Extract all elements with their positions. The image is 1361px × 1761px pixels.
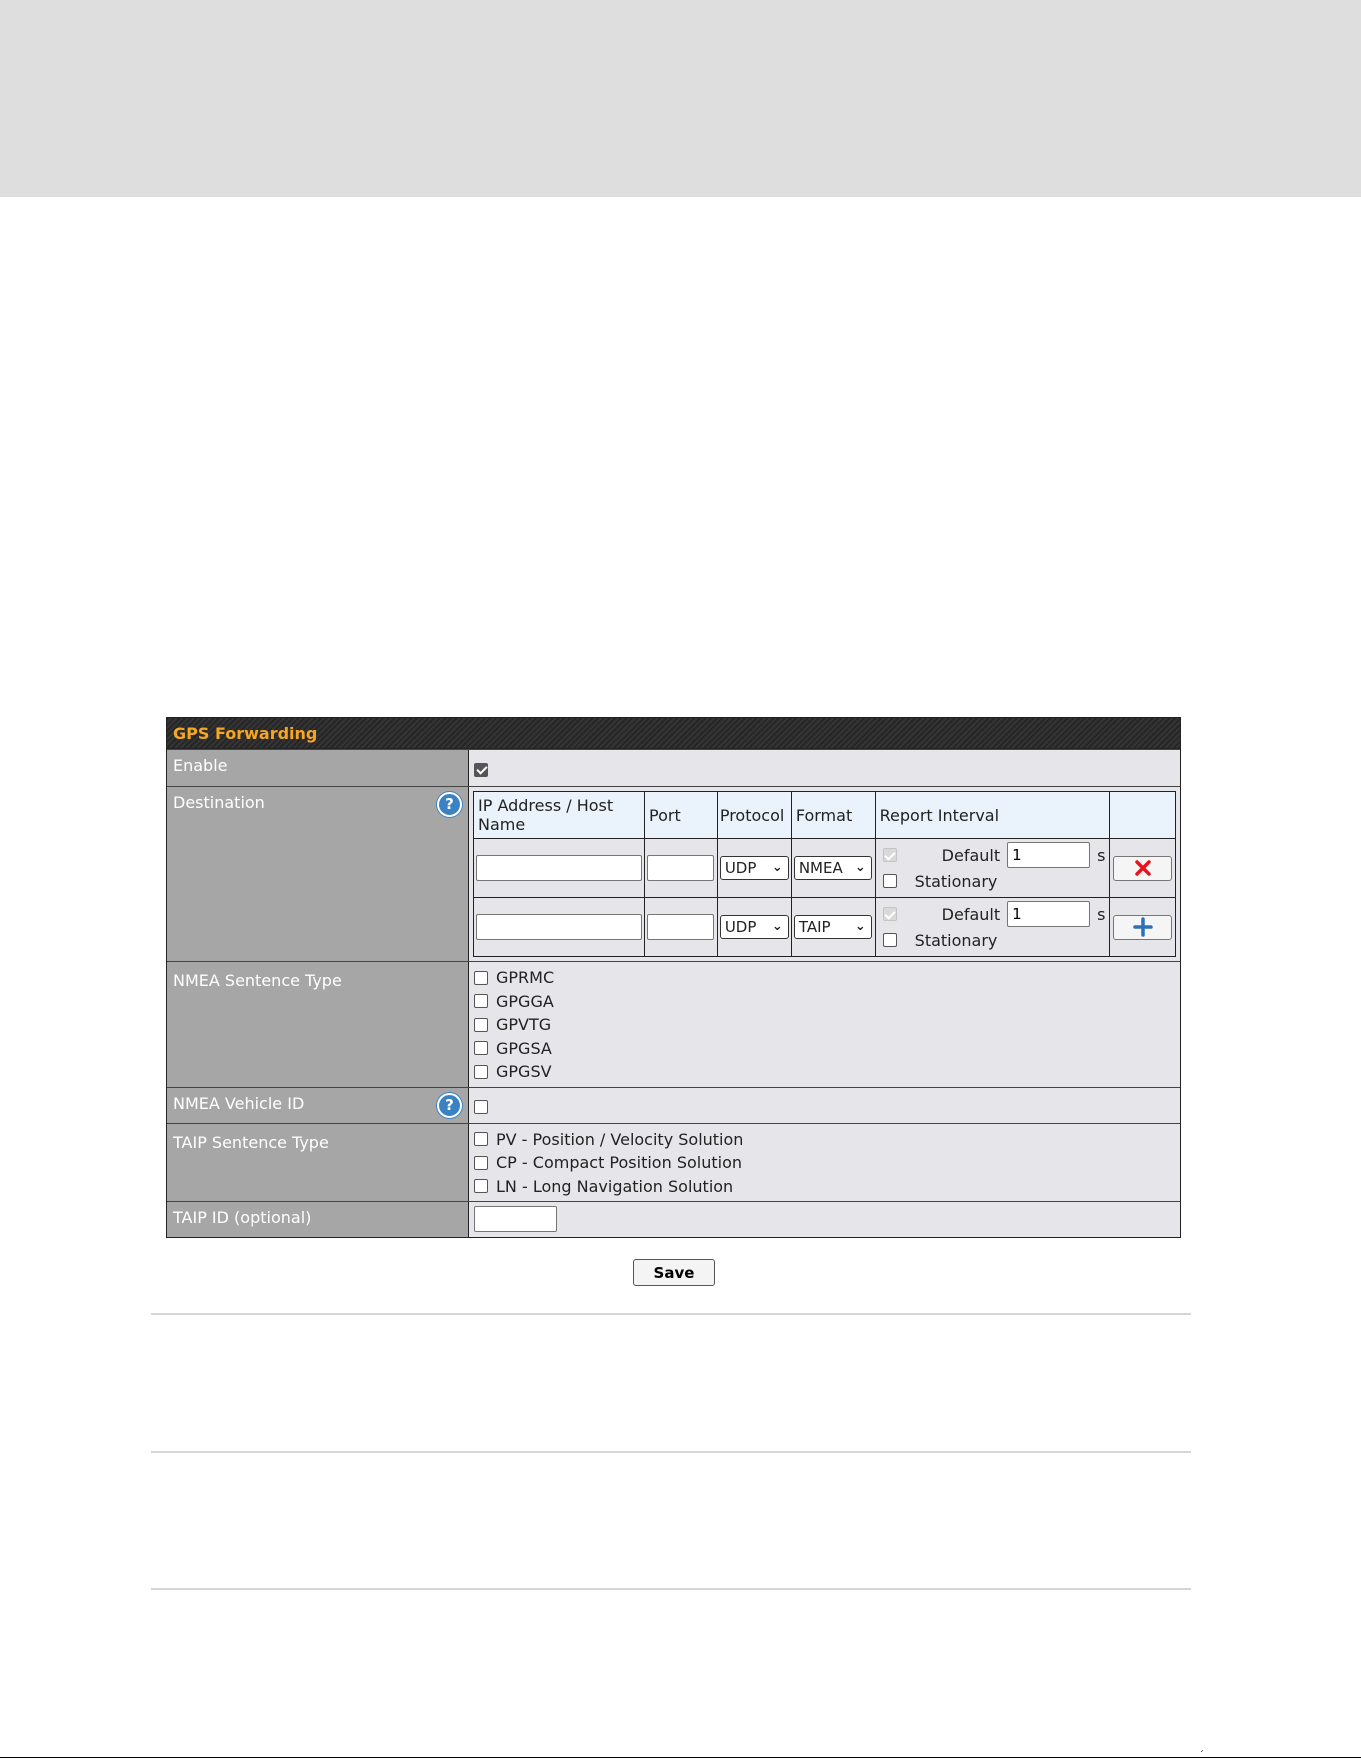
- taip-pv-checkbox[interactable]: [474, 1132, 488, 1147]
- table-row: UDP ⌄ NMEA ⌄ Default 1 s Stationary: [473, 838, 1176, 898]
- divider: [151, 1313, 1191, 1315]
- default-label: Default: [941, 845, 1001, 865]
- interval-unit: s: [1097, 845, 1106, 865]
- blue-plus-add-icon: [1132, 917, 1153, 937]
- destination-table-header: IP Address / Host Name Port Protocol For…: [473, 791, 1176, 839]
- protocol-select[interactable]: UDP ⌄: [719, 856, 789, 880]
- list-item: GPRMC: [474, 966, 1175, 990]
- divider: [151, 1451, 1191, 1453]
- default-checkbox: [882, 848, 897, 862]
- nmea-vehicle-id-row: NMEA Vehicle ID ?: [167, 1086, 1180, 1123]
- save-button[interactable]: Save: [633, 1259, 715, 1286]
- taip-id-row: TAIP ID (optional): [167, 1201, 1180, 1237]
- interval-input[interactable]: [1007, 901, 1091, 927]
- nmea-vehicle-id-checkbox[interactable]: [474, 1100, 488, 1114]
- bottom-rule: [0, 1757, 1361, 1758]
- nmea-vehicle-id-label: NMEA Vehicle ID: [173, 1093, 305, 1113]
- column-ip-address: IP Address / Host Name: [473, 791, 645, 839]
- chevron-down-icon: ⌄: [771, 919, 783, 934]
- enable-row: Enable: [167, 749, 1180, 786]
- default-checkbox: [882, 907, 897, 921]
- corner-mark: ´: [1199, 1750, 1204, 1761]
- enable-checkbox[interactable]: [474, 762, 488, 777]
- column-port: Port: [644, 791, 718, 839]
- interval-input[interactable]: [1007, 842, 1091, 868]
- taip-id-label: TAIP ID (optional): [167, 1202, 469, 1237]
- stationary-checkbox[interactable]: [882, 933, 897, 947]
- port-input[interactable]: [647, 914, 714, 940]
- taip-cp-checkbox[interactable]: [474, 1155, 488, 1170]
- table-row: UDP ⌄ TAIP ⌄ Default 1 s Stationary: [473, 897, 1176, 957]
- taip-sentence-type-label: TAIP Sentence Type: [167, 1123, 469, 1201]
- list-item: GPGGA: [474, 990, 1175, 1014]
- destination-label: Destination: [173, 793, 265, 812]
- list-item: GPGSV: [474, 1060, 1175, 1084]
- column-action: [1109, 791, 1176, 839]
- gpgga-checkbox[interactable]: [474, 994, 488, 1009]
- taip-ln-checkbox[interactable]: [474, 1179, 488, 1194]
- ip-address-input[interactable]: [476, 914, 642, 940]
- gprmc-checkbox[interactable]: [474, 970, 488, 985]
- report-interval-group: Default s Stationary: [878, 901, 1108, 953]
- gpgsv-checkbox[interactable]: [474, 1064, 488, 1079]
- list-item: LN - Long Navigation Solution: [474, 1175, 1175, 1199]
- nmea-sentence-type-row: NMEA Sentence Type GPRMC GPGGA GPVTG GPG…: [167, 961, 1180, 1087]
- question-circle-icon[interactable]: ?: [437, 792, 462, 817]
- nmea-sentence-type-label: NMEA Sentence Type: [167, 962, 469, 1087]
- column-report-interval: Report Interval: [874, 791, 1111, 839]
- chevron-down-icon: ⌄: [854, 860, 866, 875]
- gpgsa-checkbox[interactable]: [474, 1041, 488, 1056]
- red-x-delete-icon: [1134, 860, 1151, 876]
- add-destination-button[interactable]: [1113, 914, 1173, 940]
- list-item: CP - Compact Position Solution: [474, 1151, 1175, 1175]
- gpvtg-checkbox[interactable]: [474, 1017, 488, 1032]
- gps-forwarding-panel: GPS Forwarding Enable Destination ? IP A…: [166, 717, 1181, 1238]
- chevron-down-icon: ⌄: [771, 860, 783, 875]
- question-circle-icon[interactable]: ?: [437, 1092, 462, 1118]
- format-select[interactable]: TAIP ⌄: [793, 915, 872, 939]
- stationary-checkbox[interactable]: [882, 874, 897, 888]
- stationary-label: Stationary: [914, 871, 998, 891]
- destination-row: Destination ? IP Address / Host Name Por…: [167, 786, 1180, 961]
- list-item: PV - Position / Velocity Solution: [474, 1128, 1175, 1152]
- format-select[interactable]: NMEA ⌄: [793, 856, 872, 880]
- taip-sentence-type-row: TAIP Sentence Type PV - Position / Veloc…: [167, 1122, 1180, 1201]
- divider: [151, 1588, 1191, 1590]
- protocol-select[interactable]: UDP ⌄: [719, 915, 789, 939]
- taip-id-input[interactable]: [474, 1206, 557, 1232]
- chevron-down-icon: ⌄: [854, 919, 866, 934]
- top-gray-band: [0, 0, 1361, 197]
- interval-unit: s: [1097, 904, 1106, 924]
- destination-table: IP Address / Host Name Port Protocol For…: [473, 791, 1176, 957]
- enable-label: Enable: [167, 750, 469, 786]
- ip-address-input[interactable]: [476, 855, 642, 881]
- list-item: GPGSA: [474, 1037, 1175, 1061]
- default-label: Default: [941, 904, 1001, 924]
- port-input[interactable]: [647, 855, 714, 881]
- report-interval-group: Default s Stationary: [878, 842, 1108, 894]
- delete-destination-button[interactable]: [1113, 855, 1173, 881]
- panel-title: GPS Forwarding: [167, 718, 1180, 749]
- list-item: GPVTG: [474, 1013, 1175, 1037]
- stationary-label: Stationary: [914, 930, 998, 950]
- column-protocol: Protocol: [716, 791, 792, 839]
- column-format: Format: [790, 791, 876, 839]
